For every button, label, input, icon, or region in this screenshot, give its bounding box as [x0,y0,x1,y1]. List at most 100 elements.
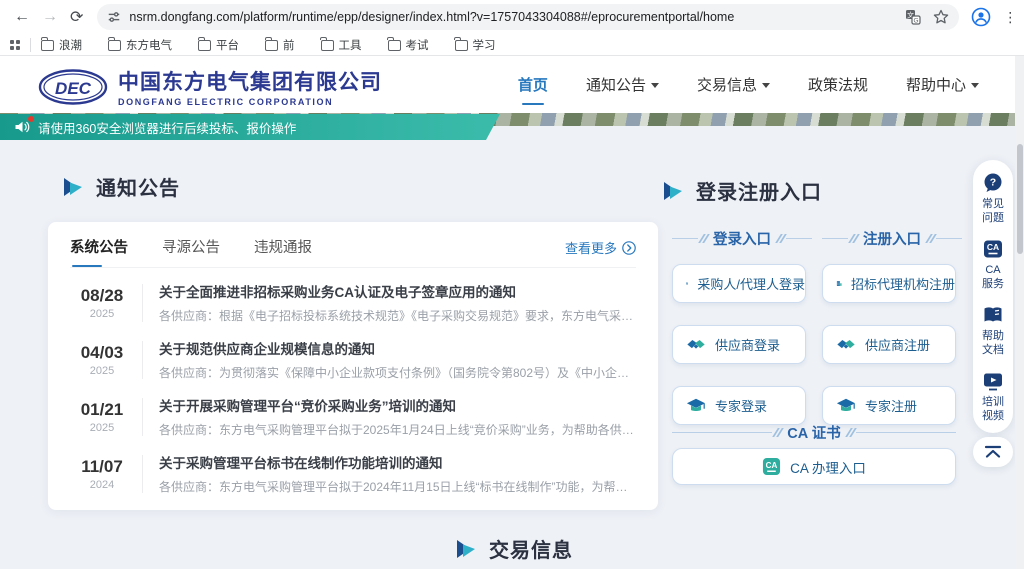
bookmarks-bar: 浪潮 东方电气 平台 前 工具 考试 学习 [0,34,1024,56]
company-name-en: DONGFANG ELECTRIC CORPORATION [118,97,382,107]
section-arrow-icon [662,180,684,202]
back-button[interactable]: ← [14,5,30,29]
site-header: DEC 中国东方电气集团有限公司 DONGFANG ELECTRIC CORPO… [0,56,1024,113]
notice-title: 关于全面推进非招标采购业务CA认证及电子签章应用的通知 [159,281,636,301]
nav-help-center[interactable]: 帮助中心 [906,68,979,101]
ribbon-text: 请使用360安全浏览器进行后续投标、报价操作 [38,118,296,137]
ca-apply-button[interactable]: CA CA 办理入口 [672,448,956,485]
sidebar-label: CA服务 [982,263,1004,291]
address-bar[interactable]: nsrm.dongfang.com/platform/runtime/epp/d… [97,4,959,30]
page-content: 通知公告 系统公告 寻源公告 违规通报 查看更多 08/282025 关于全面推… [0,140,1024,569]
training-videos-button[interactable]: 培训视频 [982,370,1004,423]
faq-button[interactable]: ? 常见问题 [982,172,1004,225]
help-docs-button[interactable]: 帮助文档 [982,304,1004,357]
dec-logo-icon: DEC [38,68,108,106]
notification-dot [28,116,34,122]
handshake-icon [686,335,706,355]
profile-avatar-icon[interactable] [971,7,991,27]
bookmark-label: 前 [283,37,295,53]
tab-sourcing-notices[interactable]: 寻源公告 [162,236,220,267]
apps-grid-icon[interactable] [10,40,20,50]
tab-system-notices[interactable]: 系统公告 [70,236,128,267]
bookmark-label: 考试 [406,37,429,53]
reload-button[interactable]: ⟳ [70,5,83,29]
section-arrow-icon [455,538,477,560]
list-item[interactable]: 11/072024 关于采购管理平台标书在线制作功能培训的通知各供应商：东方电气… [70,445,636,502]
help-doc-icon [982,304,1004,326]
expert-login-button[interactable]: 专家登录 [672,386,806,425]
browser-warning-ribbon: 请使用360安全浏览器进行后续投标、报价操作 [0,114,500,140]
trade-info-section-title: 交易信息 [455,534,573,563]
buyer-agent-login-button[interactable]: 采购人/代理人登录 [672,264,806,303]
announcements-card: 系统公告 寻源公告 违规通报 查看更多 08/282025 关于全面推进非招标采… [48,222,658,510]
notice-title: 关于开展采购管理平台“竞价采购业务”培训的通知 [159,395,636,415]
expert-cap-icon [836,396,856,416]
bookmark-label: 工具 [339,37,362,53]
notice-date: 01/212025 [70,400,134,434]
translate-icon[interactable]: 文G [905,9,921,25]
svg-text:G: G [914,17,919,24]
speaker-icon [14,119,30,135]
url-text[interactable]: nsrm.dongfang.com/platform/runtime/epp/d… [129,10,895,24]
login-register-section-title: 登录注册入口 [662,176,822,205]
logo[interactable]: DEC 中国东方电气集团有限公司 DONGFANG ELECTRIC CORPO… [38,66,382,107]
nav-trade-info[interactable]: 交易信息 [697,68,770,101]
ca-card-icon: CA [982,238,1004,260]
list-item[interactable]: 01/212025 关于开展采购管理平台“竞价采购业务”培训的通知各供应商：东方… [70,388,636,445]
divider [142,455,143,493]
bidding-agency-register-button[interactable]: 招标代理机构注册 [822,264,956,303]
list-item[interactable]: 04/032025 关于规范供应商企业规模信息的通知各供应商：为贯彻落实《保障中… [70,331,636,388]
bookmark-star-icon[interactable] [933,9,949,25]
floating-sidebar: ? 常见问题 CA CA服务 帮助文档 培训视频 [973,160,1013,433]
site-settings-icon[interactable] [107,10,121,24]
divider [142,341,143,379]
supplier-register-button[interactable]: 供应商注册 [822,325,956,364]
sidebar-label: 帮助文档 [982,329,1004,357]
bookmark-folder[interactable]: 平台 [198,37,239,53]
tab-violation-reports[interactable]: 违规通报 [254,236,312,267]
scrollbar-thumb[interactable] [1017,144,1023,254]
nav-notices[interactable]: 通知公告 [586,68,659,101]
chrome-menu-icon[interactable]: ⋮ [1003,12,1017,22]
notice-date: 11/072024 [70,457,134,491]
forward-button[interactable]: → [42,5,58,29]
bookmark-folder[interactable]: 东方电气 [108,37,172,53]
training-video-icon [982,370,1004,392]
folder-icon [265,40,278,51]
folder-icon [321,40,334,51]
sidebar-label: 常见问题 [982,197,1004,225]
bookmark-folder[interactable]: 浪潮 [41,37,82,53]
page-scrollbar[interactable] [1015,56,1024,569]
notice-date: 04/032025 [70,343,134,377]
bookmark-label: 学习 [473,37,496,53]
nav-home[interactable]: 首页 [518,68,548,101]
back-to-top-button[interactable] [973,437,1013,467]
divider [142,398,143,436]
svg-text:CA: CA [987,242,999,252]
question-bubble-icon: ? [982,172,1004,194]
announcements-tabs: 系统公告 寻源公告 违规通报 查看更多 [70,236,636,268]
back-to-top-icon [984,445,1002,459]
notice-date: 08/282025 [70,286,134,320]
chevron-down-icon [971,83,979,88]
bookmark-folder[interactable]: 考试 [388,37,429,53]
folder-icon [198,40,211,51]
notice-title: 关于采购管理平台标书在线制作功能培训的通知 [159,452,636,472]
bookmark-folder[interactable]: 学习 [455,37,496,53]
arrow-circle-icon [622,241,636,255]
bookmark-folder[interactable]: 工具 [321,37,362,53]
bookmark-label: 浪潮 [59,37,82,53]
svg-text:CA: CA [766,461,778,470]
chevron-down-icon [651,83,659,88]
view-more-link[interactable]: 查看更多 [565,238,636,265]
divider [142,284,143,322]
building-icon [686,274,688,293]
browser-toolbar: ← → ⟳ nsrm.dongfang.com/platform/runtime… [0,0,1024,34]
expert-register-button[interactable]: 专家注册 [822,386,956,425]
ca-service-button[interactable]: CA CA服务 [982,238,1004,291]
nav-policies[interactable]: 政策法规 [808,68,868,101]
list-item[interactable]: 08/282025 关于全面推进非招标采购业务CA认证及电子签章应用的通知各供应… [70,274,636,331]
bookmark-folder[interactable]: 前 [265,37,295,53]
company-name-cn: 中国东方电气集团有限公司 [118,66,382,96]
supplier-login-button[interactable]: 供应商登录 [672,325,806,364]
